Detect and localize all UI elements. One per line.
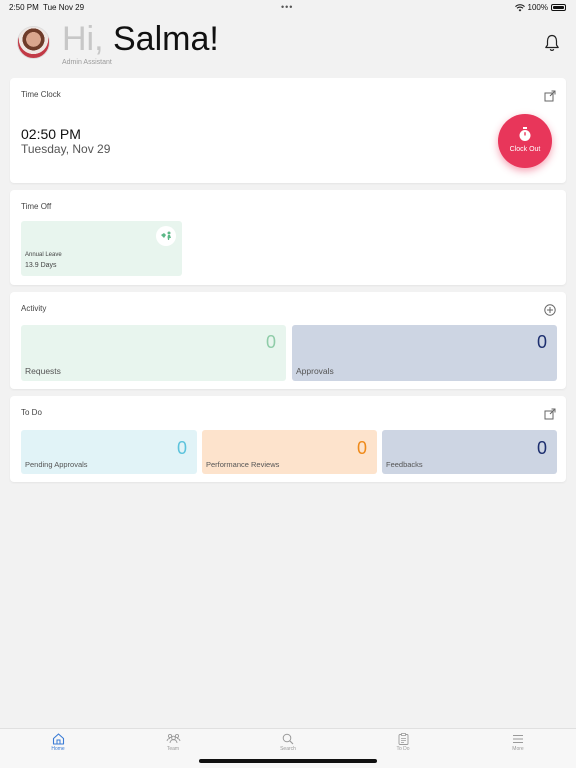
greeting: Hi, Salma! bbox=[62, 20, 219, 58]
external-link-icon[interactable] bbox=[544, 408, 556, 420]
avatar[interactable] bbox=[17, 26, 50, 59]
time-clock-title: Time Clock bbox=[21, 90, 61, 99]
performance-reviews-label: Performance Reviews bbox=[206, 460, 280, 469]
requests-label: Requests bbox=[25, 366, 61, 376]
wifi-icon bbox=[514, 3, 525, 11]
clock-time: 02:50 PM bbox=[21, 126, 81, 142]
todo-card: To Do 0 Pending Approvals 0 Performance … bbox=[10, 396, 566, 482]
tab-search-label: Search bbox=[280, 746, 296, 752]
status-time: 2:50 PM bbox=[9, 3, 39, 12]
tab-more-label: More bbox=[512, 746, 524, 752]
tab-team-label: Team bbox=[166, 746, 180, 752]
tab-todo[interactable]: To Do bbox=[383, 733, 423, 752]
battery-icon bbox=[551, 4, 566, 11]
tab-todo-label: To Do bbox=[396, 746, 410, 752]
approvals-count: 0 bbox=[536, 332, 547, 352]
greeting-hi: Hi, bbox=[62, 20, 113, 58]
feedbacks-count: 0 bbox=[536, 438, 547, 458]
status-right: 100% bbox=[514, 3, 566, 12]
battery-percent: 100% bbox=[527, 3, 548, 12]
approvals-tile[interactable]: 0 Approvals bbox=[292, 325, 557, 381]
clock-out-label: Clock Out bbox=[509, 146, 541, 153]
multitask-dots[interactable]: ••• bbox=[281, 2, 293, 12]
tab-more[interactable]: More bbox=[498, 733, 538, 752]
home-icon bbox=[52, 733, 64, 745]
home-indicator[interactable] bbox=[199, 759, 377, 763]
performance-reviews-count: 0 bbox=[356, 438, 367, 458]
clipboard-icon bbox=[398, 733, 408, 745]
leave-icon bbox=[156, 226, 176, 246]
tab-search[interactable]: Search bbox=[268, 733, 308, 752]
feedbacks-tile[interactable]: 0 Feedbacks bbox=[382, 430, 557, 474]
leave-value: 13.9 Days bbox=[25, 262, 57, 269]
pending-approvals-label: Pending Approvals bbox=[25, 460, 88, 469]
approvals-label: Approvals bbox=[296, 366, 334, 376]
tab-team[interactable]: Team bbox=[153, 733, 193, 752]
status-bar: 2:50 PM Tue Nov 29 ••• 100% bbox=[0, 0, 576, 14]
feedbacks-label: Feedbacks bbox=[386, 460, 423, 469]
todo-title: To Do bbox=[21, 408, 42, 417]
requests-count: 0 bbox=[265, 332, 276, 352]
search-icon bbox=[282, 733, 294, 745]
time-off-card: Time Off Annual Leave 13.9 Days bbox=[10, 190, 566, 285]
activity-title: Activity bbox=[21, 304, 47, 313]
leave-label: Annual Leave bbox=[25, 252, 62, 258]
bell-icon[interactable] bbox=[544, 34, 560, 52]
clock-date: Tuesday, Nov 29 bbox=[21, 142, 111, 156]
pending-approvals-count: 0 bbox=[176, 438, 187, 458]
tab-home-label: Home bbox=[51, 746, 65, 752]
tab-home[interactable]: Home bbox=[38, 733, 78, 752]
annual-leave-tile[interactable]: Annual Leave 13.9 Days bbox=[21, 221, 182, 276]
performance-reviews-tile[interactable]: 0 Performance Reviews bbox=[202, 430, 377, 474]
requests-tile[interactable]: 0 Requests bbox=[21, 325, 286, 381]
user-name: Salma! bbox=[113, 20, 219, 58]
header: Hi, Salma! Admin Assistant bbox=[0, 18, 576, 70]
status-date: Tue Nov 29 bbox=[43, 3, 85, 12]
pending-approvals-tile[interactable]: 0 Pending Approvals bbox=[21, 430, 197, 474]
user-role: Admin Assistant bbox=[62, 59, 112, 66]
time-clock-card: Time Clock 02:50 PM Tuesday, Nov 29 Cloc… bbox=[10, 78, 566, 183]
clock-out-button[interactable]: Clock Out bbox=[498, 114, 552, 168]
add-icon[interactable] bbox=[544, 304, 556, 316]
activity-card: Activity 0 Requests 0 Approvals bbox=[10, 292, 566, 389]
stopwatch-icon bbox=[519, 127, 531, 141]
team-icon bbox=[166, 733, 180, 744]
external-link-icon[interactable] bbox=[544, 90, 556, 102]
time-off-title: Time Off bbox=[21, 202, 52, 211]
menu-icon bbox=[513, 735, 523, 743]
